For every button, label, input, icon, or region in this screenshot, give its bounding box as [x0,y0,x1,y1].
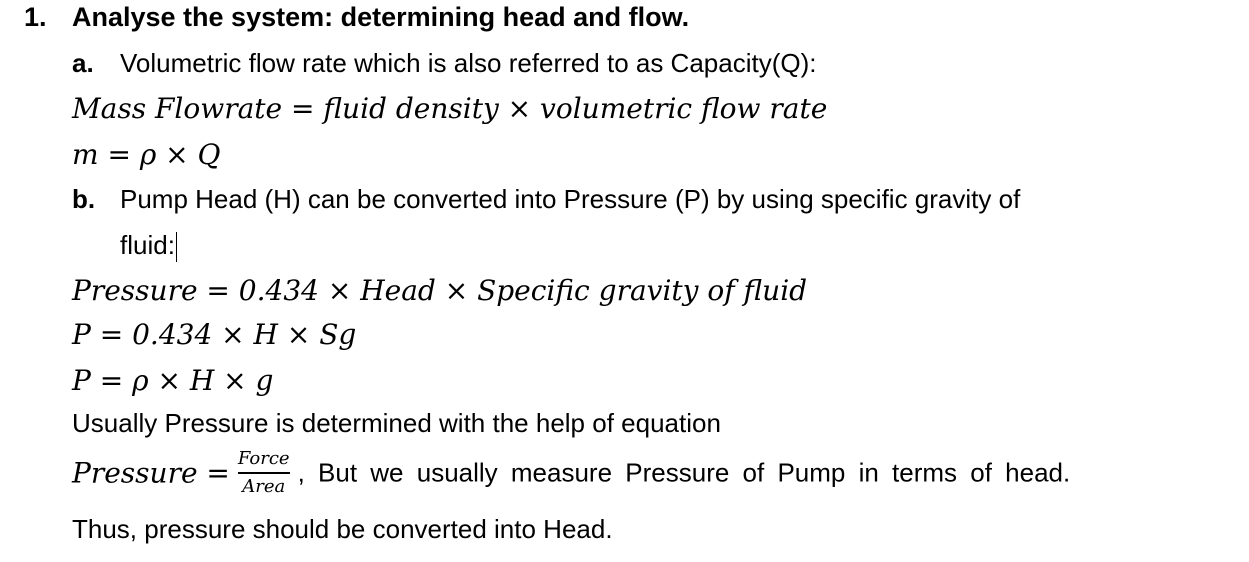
force-area-trailing-text: , But we usually measure Pressure of Pum… [297,457,1071,488]
fraction-denominator: Area [242,476,286,497]
item-a-label: a. [72,48,94,78]
item-b-text-line1: Pump Head (H) can be converted into Pres… [120,184,1021,214]
conclusion-text: Thus, pressure should be converted into … [72,514,613,544]
equation-m-rho-q: m = ρ × Q [72,138,221,171]
item-b: b. Pump Head (H) can be converted into Pr… [72,184,1020,215]
item-a-text: Volumetric flow rate which is also refer… [120,48,817,78]
equation-mass-flowrate: Mass Flowrate = fluid density × volumetr… [72,92,828,125]
item-b-text-line2: fluid: [120,230,175,260]
heading-text: Analyse the system: determining head and… [72,2,690,32]
text-cursor [175,232,177,263]
usually-text: Usually Pressure is determined with the … [72,408,721,438]
fraction-numerator: Force [237,448,290,469]
section-heading: 1. Analyse the system: determining head a… [24,2,689,33]
item-b-label: b. [72,184,96,214]
equation-p-sg: P = 0.434 × H × Sg [72,318,357,351]
fraction-bar [237,472,290,474]
equation-pressure-head: Pressure = 0.434 × Head × Specific gravi… [72,274,808,307]
equation-p-rho: P = ρ × H × g [72,364,274,397]
force-area-lhs: Pressure = [72,456,230,490]
heading-number: 1. [24,2,47,32]
item-a: a. Volumetric flow rate which is also ref… [72,48,816,79]
item-b-continuation[interactable]: fluid: [120,230,177,263]
fraction: Force Area [237,448,290,498]
equation-force-area: Pressure = Force Area , But we usually m… [72,448,1070,498]
